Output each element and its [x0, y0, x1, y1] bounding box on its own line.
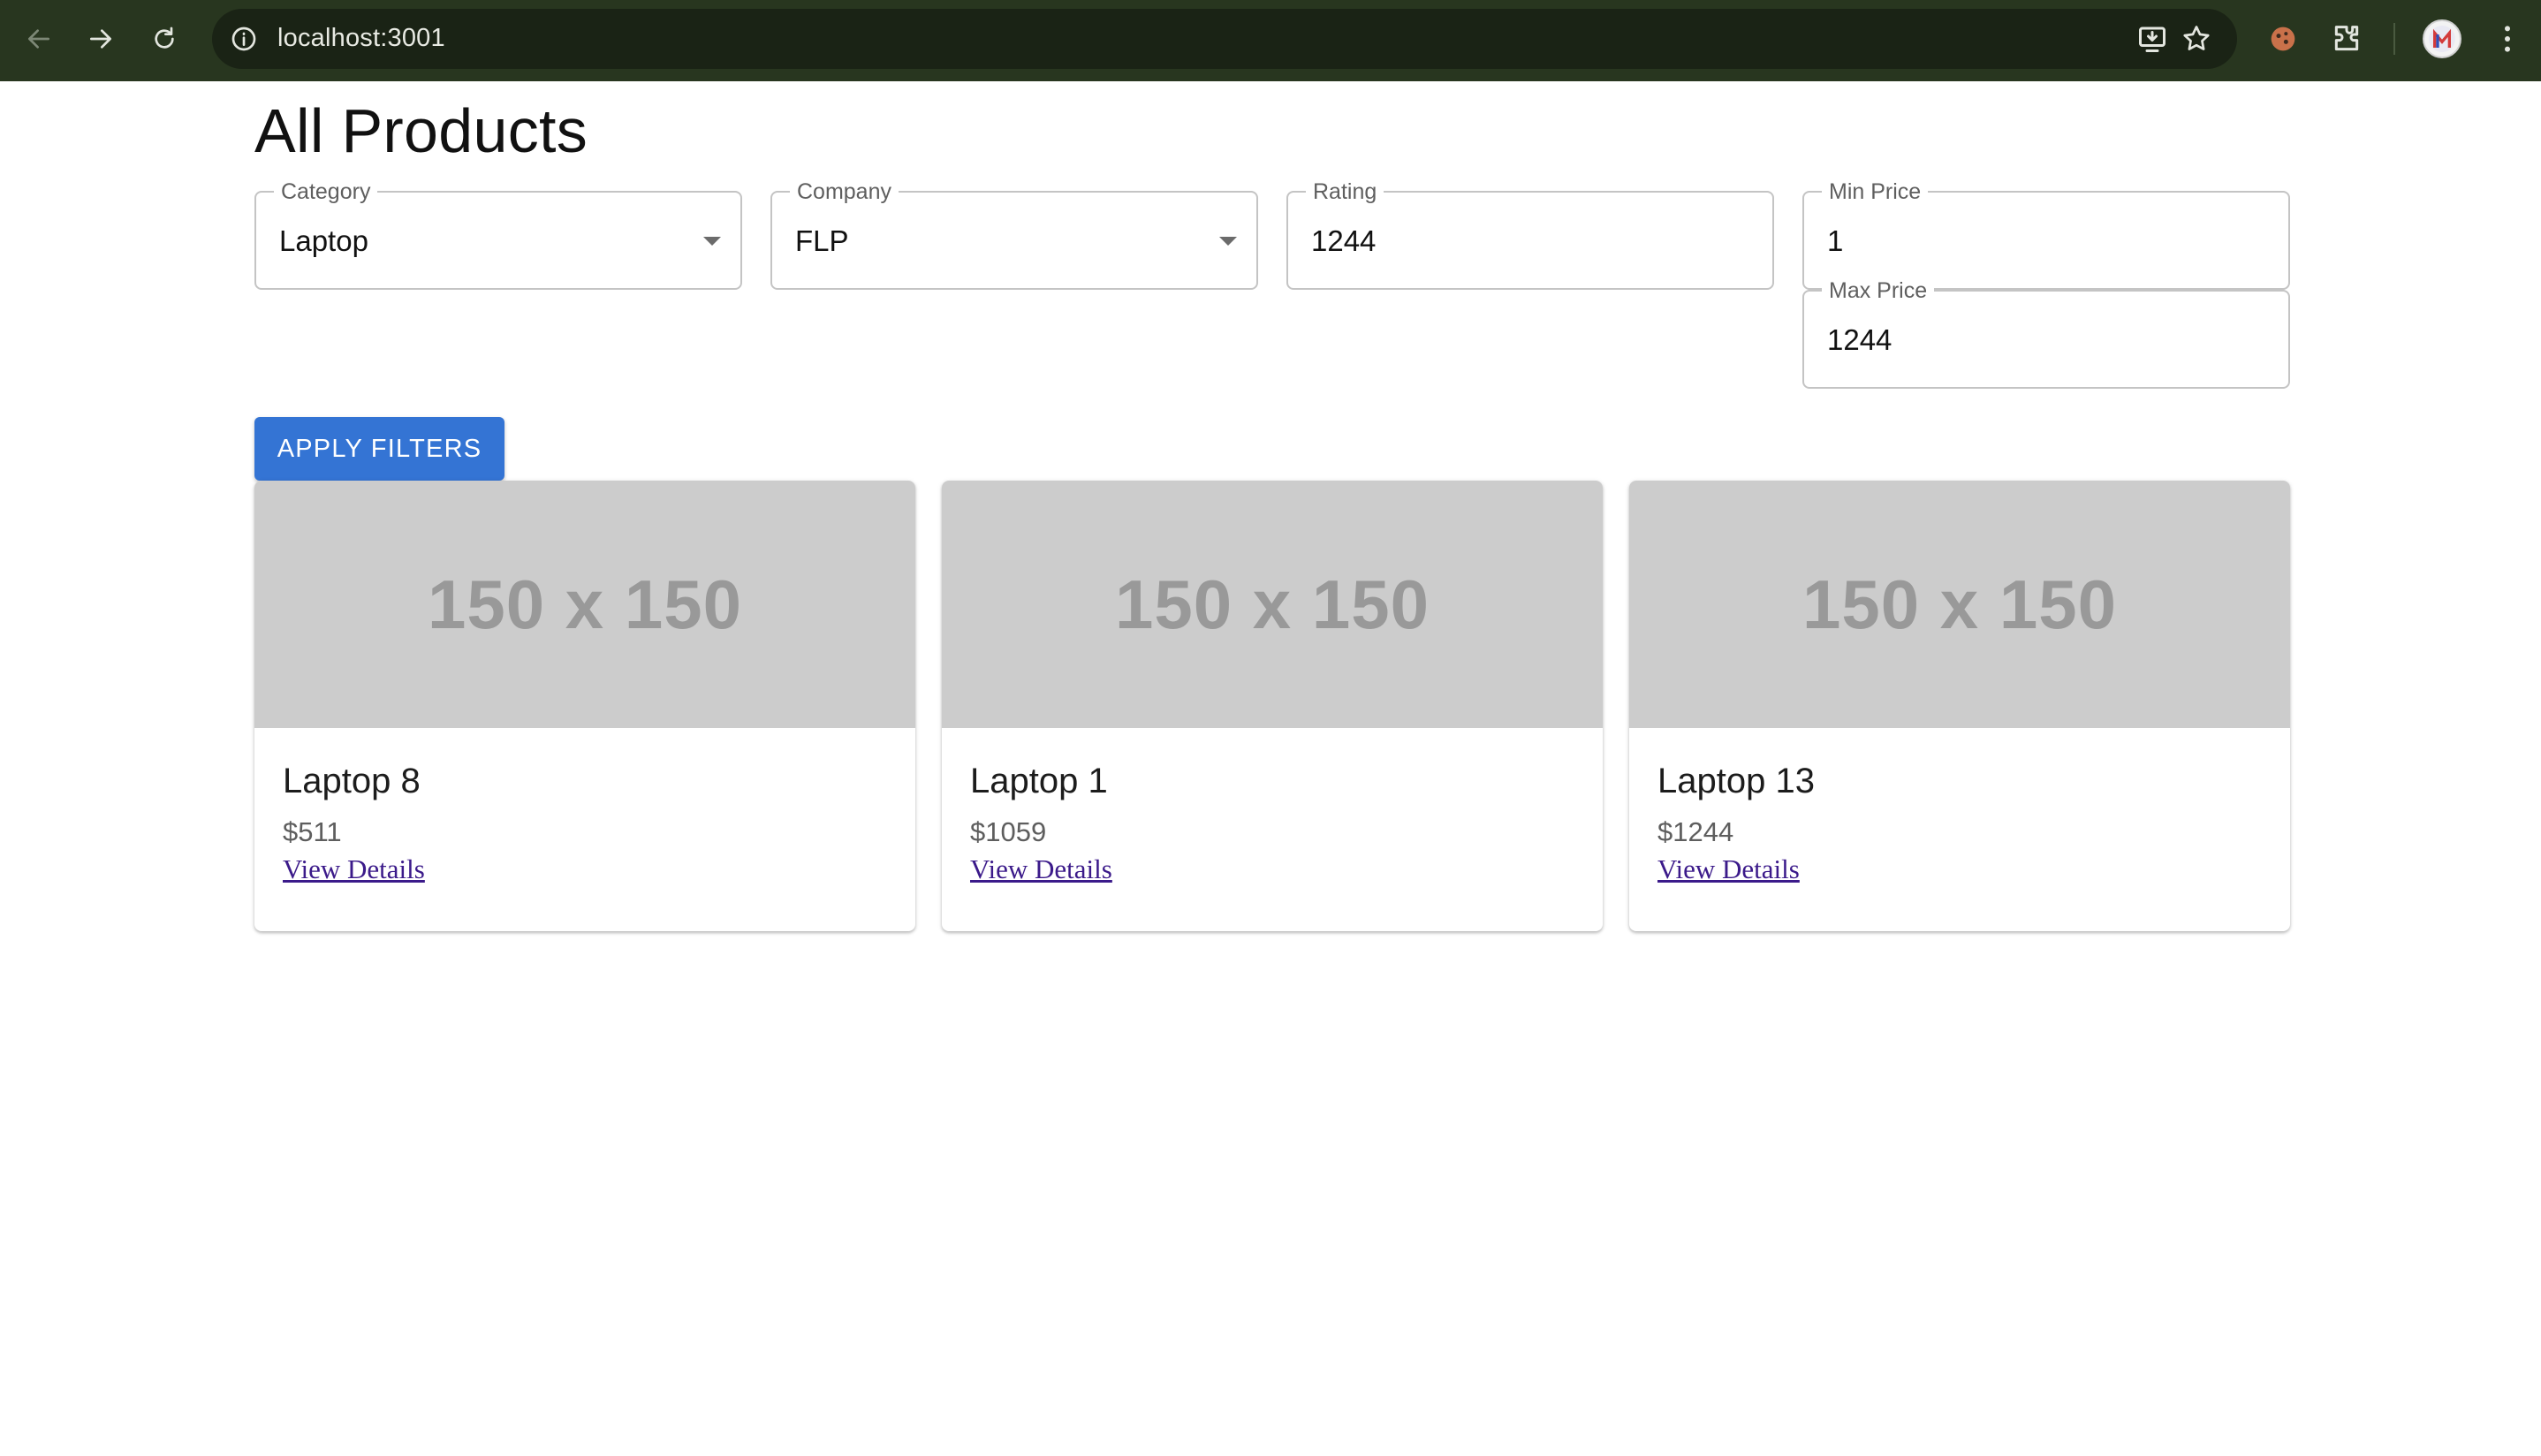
rating-field[interactable]: Rating 1244 [1286, 178, 1774, 290]
placeholder-text: 150 x 150 [1114, 565, 1430, 643]
product-name: Laptop 8 [283, 762, 421, 800]
toolbar-divider [2393, 23, 2395, 55]
view-details-link[interactable]: View Details [283, 853, 425, 885]
product-price: $511 [283, 816, 342, 847]
forward-button[interactable] [81, 19, 120, 58]
extensions-puzzle-icon[interactable] [2329, 21, 2364, 57]
category-select[interactable]: Category Laptop [254, 178, 742, 290]
min-price-value[interactable]: 1 [1827, 224, 1843, 258]
rating-label: Rating [1306, 178, 1384, 205]
product-card: 150 x 150 Laptop 13 $1244 View Details [1629, 481, 2290, 931]
placeholder-text: 150 x 150 [1801, 565, 2117, 643]
max-price-value[interactable]: 1244 [1827, 323, 1892, 357]
apply-filters-button[interactable]: APPLY FILTERS [254, 417, 504, 481]
product-image-placeholder: 150 x 150 [942, 481, 1603, 728]
product-price: $1244 [1657, 816, 1734, 847]
dropdown-arrow-icon[interactable] [1219, 237, 1237, 246]
company-value[interactable]: FLP [795, 224, 849, 258]
reload-button[interactable] [145, 19, 184, 58]
page-title: All Products [254, 96, 588, 165]
dropdown-arrow-icon[interactable] [703, 237, 721, 246]
view-details-link[interactable]: View Details [1657, 853, 1800, 885]
rating-value[interactable]: 1244 [1311, 224, 1376, 258]
product-price: $1059 [970, 816, 1047, 847]
company-select[interactable]: Company FLP [770, 178, 1258, 290]
min-price-field[interactable]: Min Price 1 [1802, 178, 2290, 290]
url-text[interactable]: localhost:3001 [277, 24, 445, 53]
product-card: 150 x 150 Laptop 8 $511 View Details [254, 481, 915, 931]
product-name: Laptop 1 [970, 762, 1108, 800]
placeholder-text: 150 x 150 [427, 565, 742, 643]
browser-menu-icon[interactable] [2490, 21, 2525, 57]
profile-avatar-icon [2429, 26, 2455, 52]
profile-avatar[interactable] [2423, 19, 2461, 58]
max-price-label: Max Price [1822, 277, 1935, 304]
arrow-left-icon [28, 29, 49, 49]
product-name: Laptop 13 [1657, 762, 1815, 800]
company-label: Company [790, 178, 899, 205]
arrow-right-icon [90, 29, 111, 49]
install-app-icon[interactable] [2136, 23, 2168, 55]
min-price-label: Min Price [1822, 178, 1929, 205]
back-button[interactable] [19, 19, 58, 58]
category-value[interactable]: Laptop [279, 224, 368, 258]
browser-toolbar: localhost:3001 [0, 0, 2541, 81]
product-image-placeholder: 150 x 150 [1629, 481, 2290, 728]
max-price-field[interactable]: Max Price 1244 [1802, 277, 2290, 389]
reload-icon [155, 27, 174, 49]
address-bar[interactable]: localhost:3001 [212, 9, 2237, 69]
category-label: Category [274, 178, 378, 205]
product-image-placeholder: 150 x 150 [254, 481, 915, 728]
extension-cookie-icon[interactable] [2265, 21, 2301, 57]
site-info-icon[interactable] [230, 25, 258, 53]
bookmark-star-icon[interactable] [2181, 23, 2212, 55]
view-details-link[interactable]: View Details [970, 853, 1112, 885]
product-card: 150 x 150 Laptop 1 $1059 View Details [942, 481, 1603, 931]
